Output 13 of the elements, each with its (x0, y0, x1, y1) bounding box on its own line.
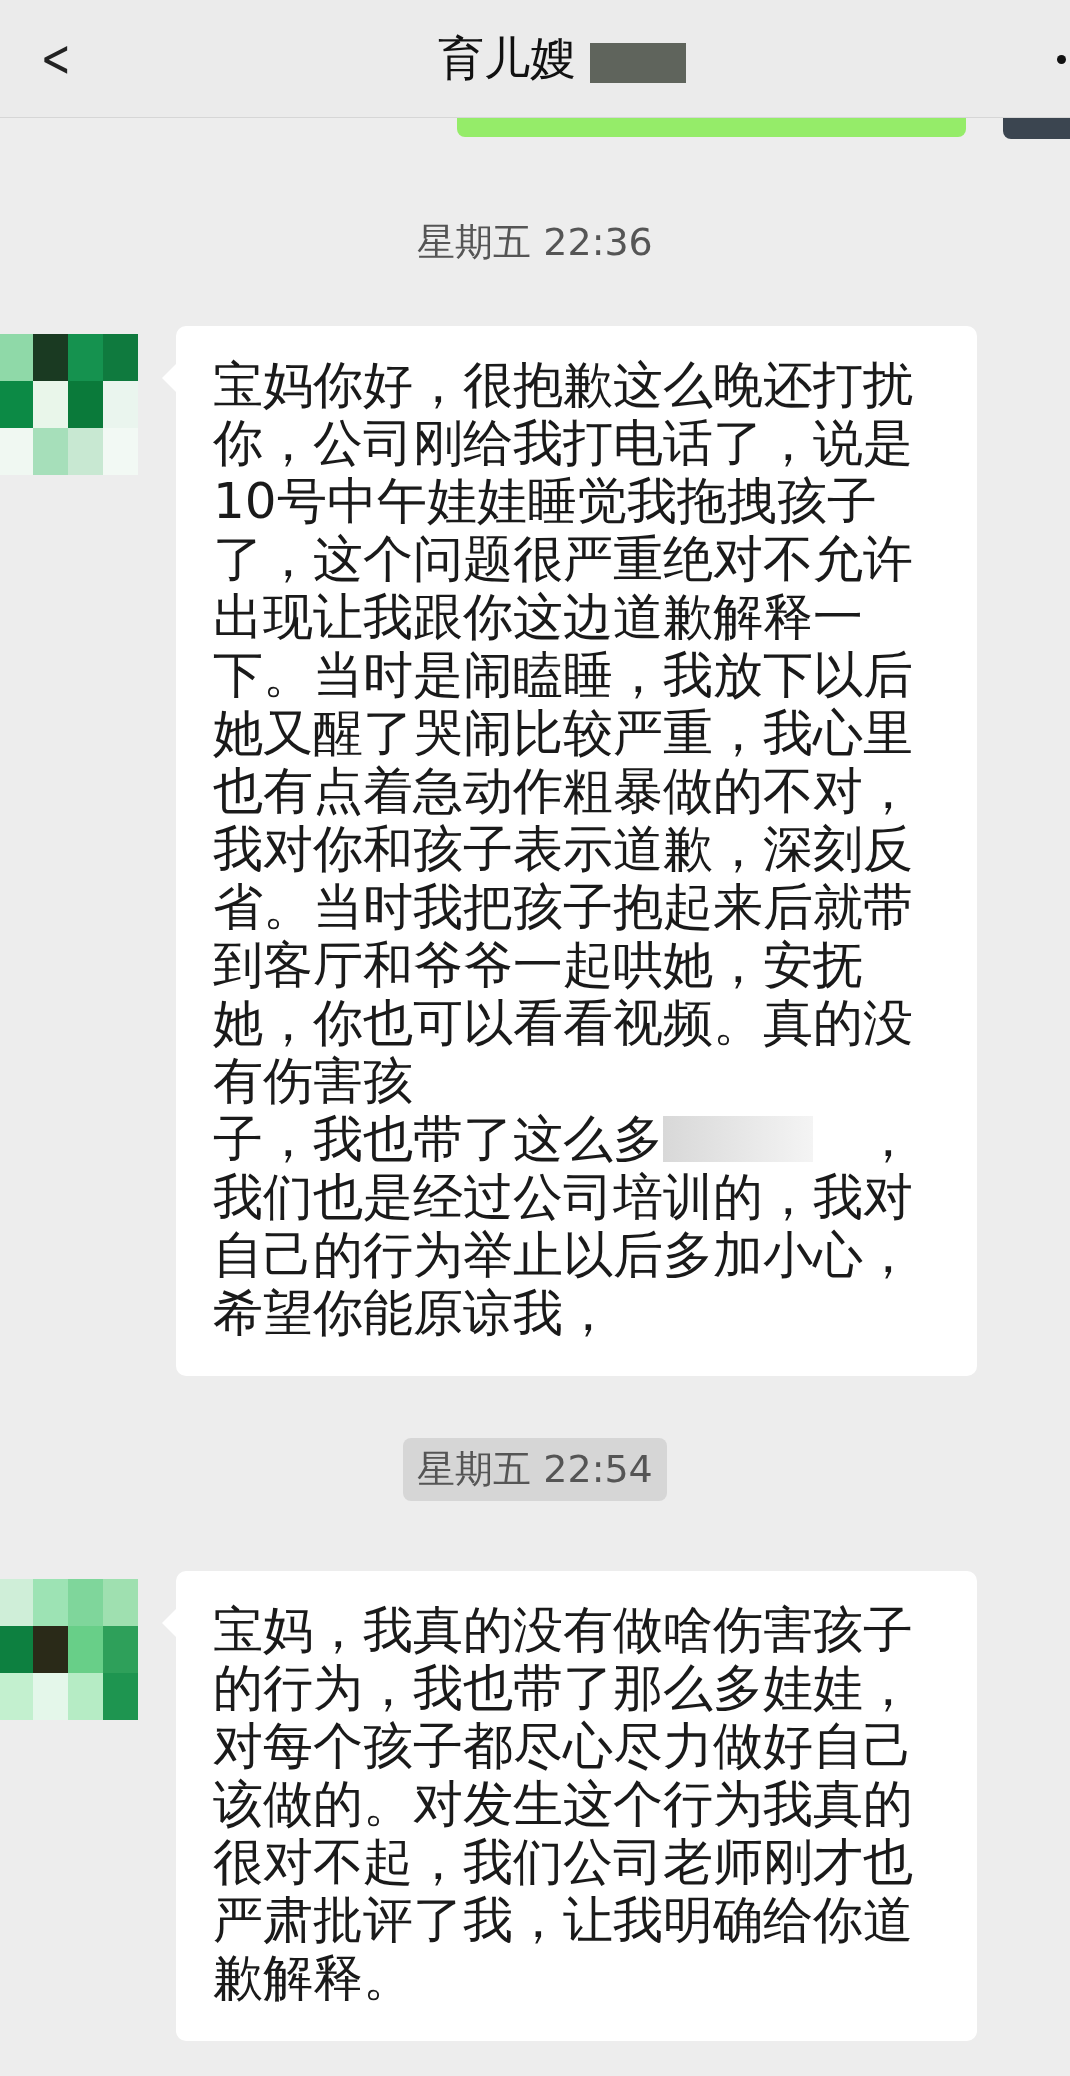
chat-title: 育儿嫂 (438, 29, 576, 87)
avatar (1003, 117, 1070, 139)
timestamp: 星期五 22:54 (403, 1438, 667, 1501)
message-text: 我们也是经过公司培训的，我对自己的行为举止以后多加小心，希望你能原谅我， (213, 1168, 914, 1342)
message-text: 子，我也带了这么多 (213, 1110, 663, 1168)
more-icon[interactable] (1057, 55, 1066, 64)
back-button[interactable]: < (36, 30, 76, 86)
avatar[interactable] (0, 1579, 138, 1720)
message-text: ， (863, 1110, 913, 1168)
timestamp: 星期五 22:36 (416, 219, 654, 266)
message-text: 宝妈，我真的没有做啥伤害孩子的行为，我也带了那么多娃娃，对每个孩子都尽心尽力做好自己该做的。对发生这个行为我真的很对不起，我们公司老师刚才也严肃批评了我，让我明确给你道歉解释。 (213, 1601, 914, 2007)
avatar[interactable] (0, 334, 138, 475)
message-text: 宝妈你好，很抱歉这么晚还打扰你，公司刚给我打电话了，说是10号中午娃娃睡觉我拖拽孩子了，这个问题很严重绝对不允许出现让我跟你这边道歉解释一下。当时是闹瞌睡，我放下以后她又醒了哭闹比较严重，我心里也有点着急动作粗暴做的不对，我对你和孩子表示道歉，深刻反省。当时我把孩子抱起来后就带到客厅和爷爷一起哄她，安抚她，你也可以看看视频。真的没有伤害孩 (213, 356, 914, 1110)
